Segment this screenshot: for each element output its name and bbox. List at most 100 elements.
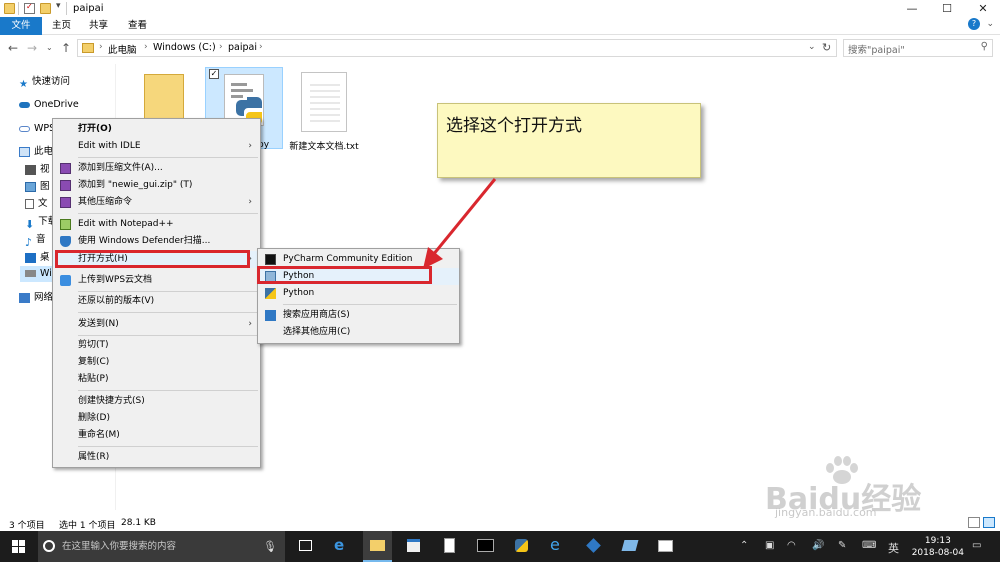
clock[interactable]: 19:13 2018-08-04 xyxy=(912,535,964,559)
selection-size: 28.1 KB xyxy=(121,518,156,528)
large-icons-view-icon[interactable] xyxy=(983,517,995,528)
app-icon[interactable] xyxy=(615,531,644,562)
menu-item-create-shortcut[interactable]: 创建快捷方式(S) xyxy=(53,393,260,410)
nav-item-this-pc[interactable]: 此电 xyxy=(19,144,53,160)
menu-item-label: 复制(C) xyxy=(78,357,110,367)
menu-item-copy[interactable]: 复制(C) xyxy=(53,354,260,371)
menu-item-defender[interactable]: 使用 Windows Defender扫描... xyxy=(53,233,260,250)
submenu-item-store[interactable]: 搜索应用商店(S) xyxy=(258,307,459,324)
checkbox-icon[interactable]: ✓ xyxy=(209,69,219,79)
menu-item-label: 发送到(N) xyxy=(78,319,119,329)
menu-item-open[interactable]: 打开(O) xyxy=(53,121,260,138)
star-icon: ★ xyxy=(19,78,28,90)
menu-item-paste[interactable]: 粘贴(P) xyxy=(53,371,260,388)
start-button[interactable] xyxy=(0,531,38,562)
file-item-text[interactable]: 新建文本文档.txt xyxy=(288,70,360,152)
nav-item-onedrive[interactable]: OneDrive xyxy=(19,97,79,113)
menu-item-add-to-zip[interactable]: 添加到 "newie_gui.zip" (T) xyxy=(53,177,260,194)
menu-item-send-to[interactable]: 发送到(N) › xyxy=(53,316,260,333)
taskbar-search-box[interactable]: 在这里输入你要搜索的内容 🎙 xyxy=(38,531,285,562)
show-hidden-icons-icon[interactable]: ⌃ xyxy=(740,540,748,551)
microphone-icon[interactable]: 🎙 xyxy=(263,531,277,562)
quick-access-dropdown-icon[interactable]: ▾ xyxy=(56,1,61,11)
nav-item-videos[interactable]: 视 xyxy=(25,162,50,178)
file-explorer-icon[interactable] xyxy=(363,531,392,562)
terminal-icon[interactable] xyxy=(471,531,500,562)
menu-item-restore-versions[interactable]: 还原以前的版本(V) xyxy=(53,293,260,310)
tab-home[interactable]: 主页 xyxy=(44,17,79,35)
nav-item-pictures[interactable]: 图 xyxy=(25,179,50,195)
menu-separator xyxy=(78,335,258,336)
shield-icon xyxy=(60,236,71,247)
minimize-button[interactable]: — xyxy=(895,0,929,17)
ime-indicator[interactable]: 英 xyxy=(888,540,899,556)
nav-item-music[interactable]: ♪ 音 xyxy=(25,232,46,249)
submenu-item-choose-app[interactable]: 选择其他应用(C) xyxy=(258,324,459,341)
nav-item-network[interactable]: 网络 xyxy=(19,290,53,306)
menu-separator xyxy=(78,157,258,158)
menu-item-add-to-archive[interactable]: 添加到压缩文件(A)... xyxy=(53,160,260,177)
python-icon[interactable] xyxy=(507,531,536,562)
address-bar[interactable]: › 此电脑 › Windows (C:) › paipai › ⌄ ↻ xyxy=(77,39,837,57)
up-icon[interactable]: ↑ xyxy=(61,41,71,55)
pen-icon[interactable]: ✎ xyxy=(838,540,846,551)
search-input[interactable]: 搜索"paipai" ⚲ xyxy=(843,39,993,57)
notepadpp-icon xyxy=(60,219,71,230)
maximize-button[interactable]: ☐ xyxy=(930,0,964,17)
tab-view[interactable]: 查看 xyxy=(120,17,155,35)
notepad-icon[interactable] xyxy=(435,531,464,562)
menu-item-notepadpp[interactable]: Edit with Notepad++ xyxy=(53,216,260,233)
tab-share[interactable]: 共享 xyxy=(81,17,116,35)
new-folder-icon[interactable] xyxy=(40,3,51,14)
refresh-icon[interactable]: ↻ xyxy=(822,41,831,54)
menu-item-edit-with-idle[interactable]: Edit with IDLE › xyxy=(53,138,260,155)
tab-file[interactable]: 文件 xyxy=(0,17,42,35)
recent-locations-icon[interactable]: ⌄ xyxy=(46,43,53,52)
menu-item-other-compress[interactable]: 其他压缩命令 › xyxy=(53,194,260,211)
nav-item-quick-access[interactable]: ★ 快速访问 xyxy=(19,74,70,90)
menu-item-rename[interactable]: 重命名(M) xyxy=(53,427,260,444)
folder-icon xyxy=(82,43,94,53)
wifi-icon[interactable]: ◠ xyxy=(787,540,796,551)
breadcrumb-drive[interactable]: Windows (C:) xyxy=(153,42,216,53)
close-button[interactable]: ✕ xyxy=(966,0,1000,17)
annotation-arrow xyxy=(423,178,497,269)
nav-item-label: 图 xyxy=(40,181,50,192)
help-icon[interactable]: ? xyxy=(968,18,980,30)
breadcrumb-this-pc[interactable]: 此电脑 xyxy=(108,42,137,56)
back-icon[interactable]: ← xyxy=(8,41,18,55)
nav-item-documents[interactable]: 文 xyxy=(25,196,48,212)
clock-time: 19:13 xyxy=(924,536,951,546)
address-dropdown-icon[interactable]: ⌄ xyxy=(808,42,816,52)
keyboard-icon[interactable]: ⌨ xyxy=(862,540,876,551)
task-view-icon[interactable] xyxy=(291,531,320,562)
internet-explorer-icon[interactable]: e xyxy=(543,531,572,562)
selection-count: 选中 1 个项目 xyxy=(59,521,116,531)
chevron-right-icon: › xyxy=(99,42,103,52)
taskbar: 在这里输入你要搜索的内容 🎙 e e ⌃ ▣ ◠ 🔊 ✎ ⌨ 英 19:13 2… xyxy=(0,531,1000,562)
nav-item-desktop[interactable]: 桌 xyxy=(25,250,50,266)
menu-item-upload-wps[interactable]: 上传到WPS云文档 xyxy=(53,272,260,289)
breadcrumb-folder[interactable]: paipai xyxy=(228,42,257,53)
app-icon[interactable] xyxy=(579,531,608,562)
menu-item-delete[interactable]: 删除(D) xyxy=(53,410,260,427)
forward-icon[interactable]: → xyxy=(27,41,37,55)
image-viewer-icon[interactable] xyxy=(651,531,680,562)
video-icon xyxy=(25,164,36,175)
details-view-icon[interactable] xyxy=(968,517,980,528)
submenu-item-python[interactable]: Python xyxy=(258,285,459,302)
menu-item-label: 使用 Windows Defender扫描... xyxy=(78,236,211,246)
app-tray-icon[interactable]: ▣ xyxy=(765,540,774,551)
store-icon[interactable] xyxy=(399,531,428,562)
nav-item-label: 文 xyxy=(38,198,48,209)
nav-item-wps[interactable]: WPS xyxy=(19,121,55,137)
menu-item-properties[interactable]: 属性(R) xyxy=(53,449,260,466)
menu-item-label: 搜索应用商店(S) xyxy=(283,310,350,320)
notifications-icon[interactable]: ▭ xyxy=(972,540,981,551)
properties-icon[interactable] xyxy=(24,2,35,14)
edge-icon[interactable]: e xyxy=(327,531,356,562)
menu-item-cut[interactable]: 剪切(T) xyxy=(53,337,260,354)
volume-icon[interactable]: 🔊 xyxy=(812,540,824,551)
wps-cloud-icon xyxy=(60,275,71,286)
expand-ribbon-icon[interactable]: ⌄ xyxy=(986,19,994,29)
